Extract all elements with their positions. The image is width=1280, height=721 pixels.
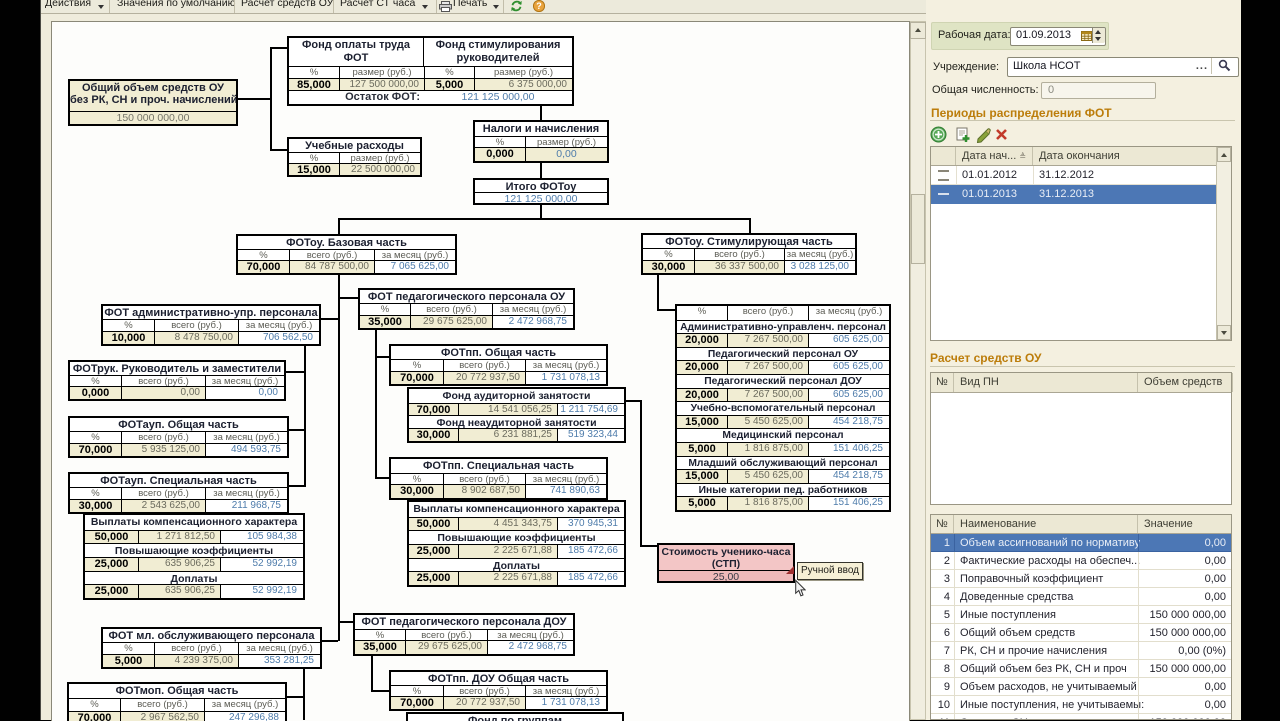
svg-text:?: ? [536,1,542,11]
